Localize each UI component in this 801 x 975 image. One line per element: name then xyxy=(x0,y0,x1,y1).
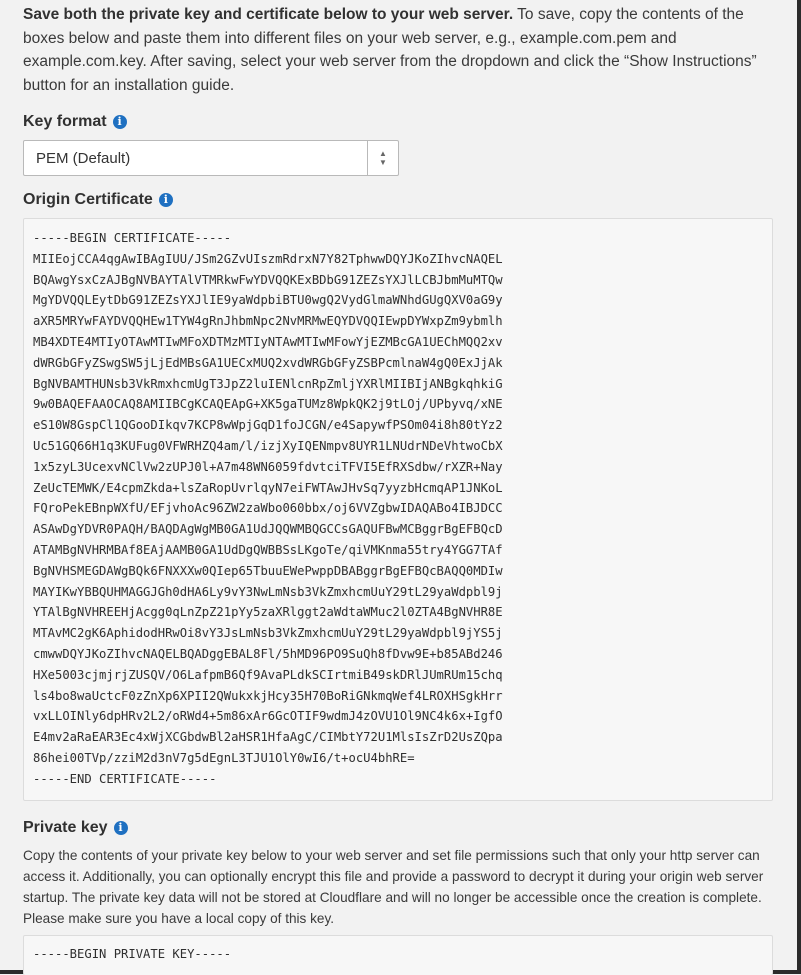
certificate-line: BgNVHSMEGDAWgBQk6FNXXXw0QIep65TbuuEWePwp… xyxy=(33,563,503,578)
certificate-line: 86hei00TVp/zziM2d3nV7g5dEgnL3TJU1OlY0wI6… xyxy=(33,750,415,765)
certificate-line: ATAMBgNVHRMBAf8EAjAAMB0GA1UdDgQWBBSsLKgo… xyxy=(33,542,503,557)
key-format-selected-value: PEM (Default) xyxy=(36,149,131,167)
origin-certificate-label-row: Origin Certificate i xyxy=(23,191,173,209)
main-content: Save both the private key and certificat… xyxy=(23,0,775,975)
certificate-line: MB4XDTE4MTIyOTAwMTIwMFoXDTMzMTIyNTAwMTIw… xyxy=(33,334,503,349)
key-format-label-row: Key format i xyxy=(23,113,127,131)
certificate-line: 1x5zyL3UcexvNClVw2zUPJ0l+A7m48WN6059fdvt… xyxy=(33,459,503,474)
certificate-line: HXe5003cjmjrjZUSQV/O6LafpmB6Qf9AvaPLdkSC… xyxy=(33,667,503,682)
origin-certificate-textarea[interactable]: -----BEGIN CERTIFICATE----- MIIEojCCA4qgA… xyxy=(23,218,773,801)
certificate-line: aXR5MRYwFAYDVQQHEw1TYW4gRnJhbmNpc2NvMRMw… xyxy=(33,314,503,329)
certificate-line: MIIEojCCA4qgAwIBAgIUU/JSm2GZvUIszmRdrxN7… xyxy=(33,251,503,266)
certificate-line: FQroPekEBnpWXfU/EFjvhoAc96ZW2zaWbo060bbx… xyxy=(33,501,503,516)
origin-certificate-label: Origin Certificate xyxy=(23,191,153,208)
certificate-line: YTAlBgNVHREEHjAcgg0qLnZpZ21pYy5zaXRlggt2… xyxy=(33,605,503,620)
certificate-line: E4mv2aRaEAR3Ec4xWjXCGbdwBl2aHSR1HfaAgC/C… xyxy=(33,730,503,745)
private-key-textarea[interactable]: -----BEGIN PRIVATE KEY----- xyxy=(23,935,773,975)
certificate-line: eS10W8GspCl1QGooDIkqv7KCP8wWpjGqD1foJCGN… xyxy=(33,418,503,433)
certificate-line: MAYIKwYBBQUHMAGGJGh0dHA6Ly9vY3NwLmNsb3Vk… xyxy=(33,584,503,599)
info-icon[interactable]: i xyxy=(113,821,128,835)
certificate-line: Uc51GQ66H1q3KUFug0VFWRHZQ4am/l/izjXyIQEN… xyxy=(33,438,503,453)
certificate-line: -----END CERTIFICATE----- xyxy=(33,771,217,786)
select-updown-icon: ▲ ▼ xyxy=(367,141,398,175)
certificate-line: MgYDVQQLEytDbG91ZEZsYXJlIE9yaWdpbiBTU0wg… xyxy=(33,293,503,308)
certificate-line: ASAwDgYDVR0PAQH/BAQDAgWgMB0GA1UdJQQWMBQG… xyxy=(33,522,503,537)
certificate-line: vxLLOINly6dpHRv2L2/oRWd4+5m86xAr6GcOTIF9… xyxy=(33,709,503,724)
info-icon[interactable]: i xyxy=(112,115,127,129)
certificate-line: cmwwDQYJKoZIhvcNAQELBQADggEBAL8Fl/5hMD96… xyxy=(33,646,503,661)
intro-paragraph: Save both the private key and certificat… xyxy=(23,3,775,97)
private-key-label-row: Private key i xyxy=(23,819,128,837)
private-key-label: Private key xyxy=(23,819,108,836)
certificate-line: -----BEGIN CERTIFICATE----- xyxy=(33,231,232,245)
certificate-line: 9w0BAQEFAAOCAQ8AMIIBCgKCAQEApG+XK5gaTUMz… xyxy=(33,397,503,412)
key-format-select[interactable]: PEM (Default) ▲ ▼ xyxy=(23,140,399,176)
certificate-line: dWRGbGFyZSwgSW5jLjEdMBsGA1UECxMUQ2xvdWRG… xyxy=(33,355,503,370)
key-format-label: Key format xyxy=(23,113,107,130)
certificate-line: BQAwgYsxCzAJBgNVBAYTAlVTMRkwFwYDVQQKExBD… xyxy=(33,272,503,287)
certificate-line: ls4bo8waUctcF0zZnXp6XPII2QWukxkjHcy35H70… xyxy=(33,688,503,703)
certificate-line: MTAvMC2gK6AphidodHRwOi8vY3JsLmNsb3VkZmxh… xyxy=(33,626,503,641)
private-key-description: Copy the contents of your private key be… xyxy=(23,848,764,926)
private-key-line: -----BEGIN PRIVATE KEY----- xyxy=(33,947,232,961)
certificate-line: ZeUcTEMWK/E4cpmZkda+lsZaRopUvrlqyN7eiFWT… xyxy=(33,480,503,495)
certificate-line: BgNVBAMTHUNsb3VkRmxhcmUgT3JpZ2luIENlcnRp… xyxy=(33,376,503,391)
info-icon[interactable]: i xyxy=(158,193,173,207)
intro-bold: Save both the private key and certificat… xyxy=(23,6,514,23)
